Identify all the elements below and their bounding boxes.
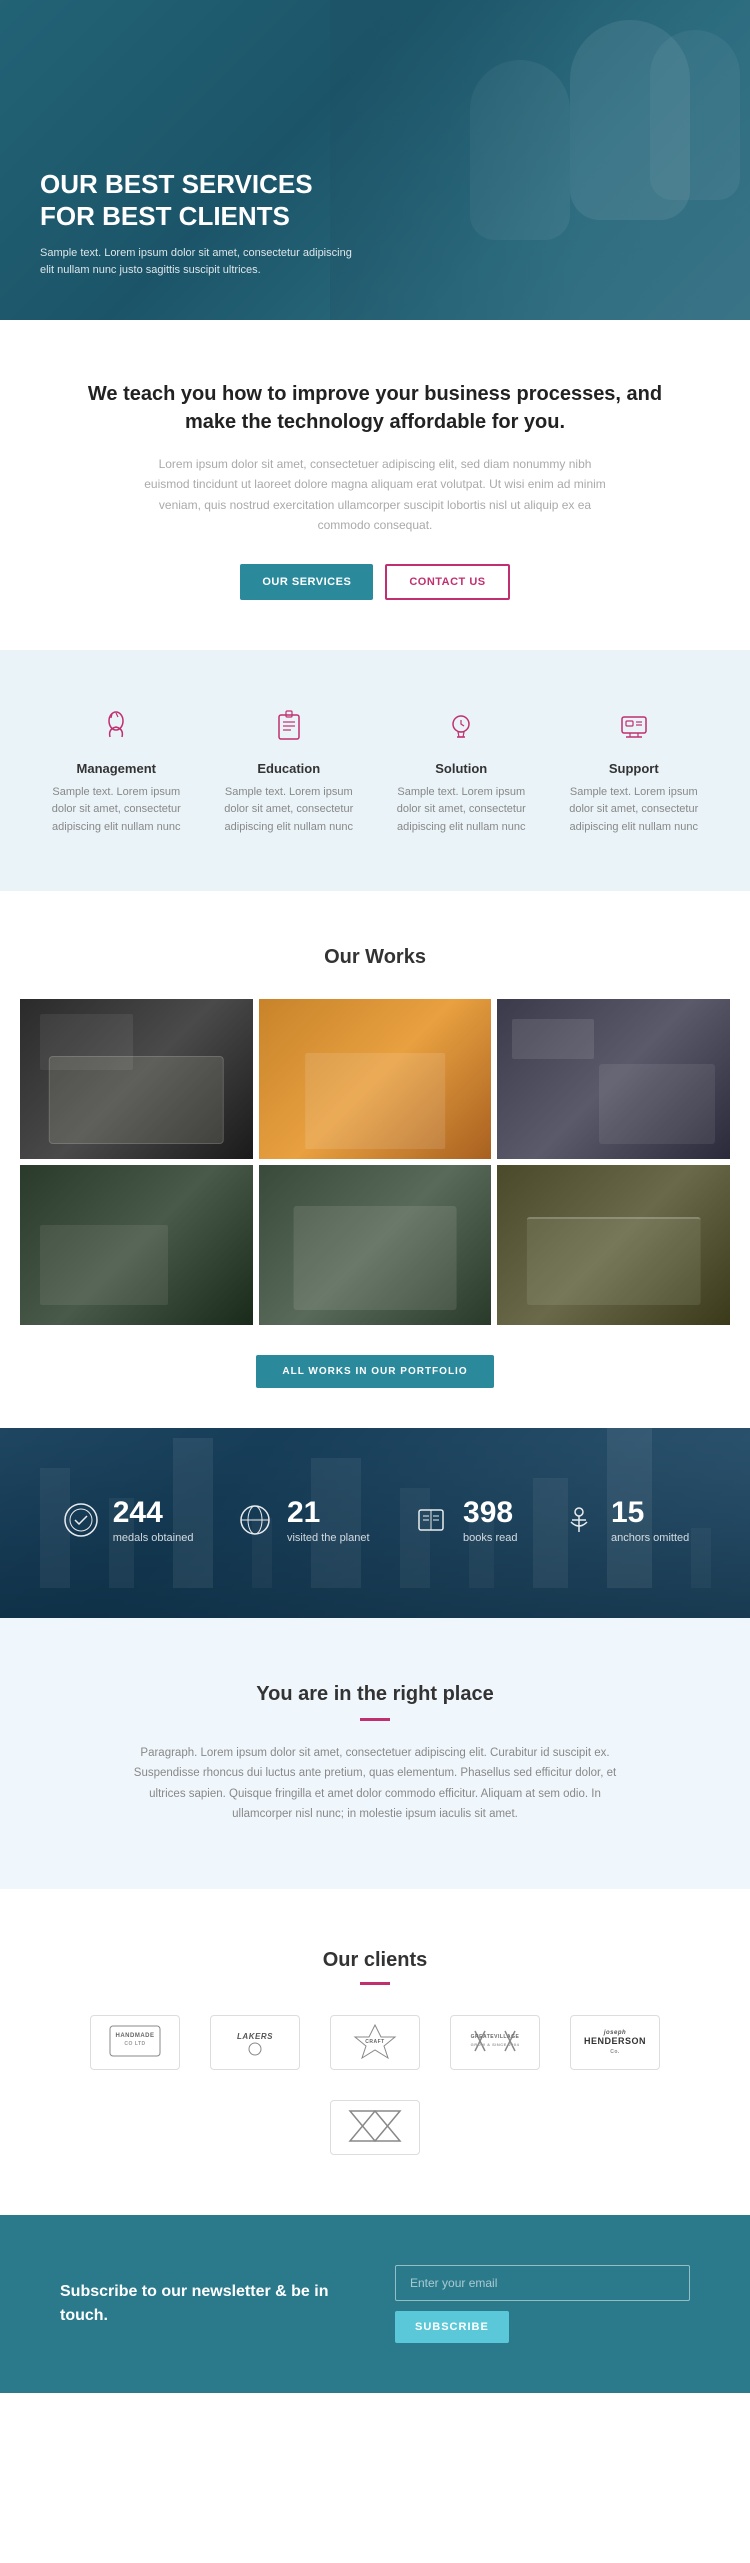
anchors-label: anchors omitted: [611, 1532, 689, 1544]
services-grid: Management Sample text. Lorem ipsum dolo…: [40, 705, 710, 837]
work-item-6[interactable]: [497, 1165, 730, 1325]
medals-label: medals obtained: [113, 1532, 194, 1544]
client-logo-6: [330, 2100, 420, 2155]
clients-logos-grid: HANDMADE CO LTD LAKERS CRAFT: [40, 2015, 710, 2155]
svg-text:CO LTD: CO LTD: [124, 2041, 145, 2047]
client-logo-text-6: [345, 2106, 405, 2148]
svg-text:GROW & SINCE 2004: GROW & SINCE 2004: [471, 2042, 520, 2047]
right-place-text: Paragraph. Lorem ipsum dolor sit amet, c…: [125, 1743, 625, 1824]
books-label: books read: [463, 1532, 517, 1544]
client-logo-2: LAKERS: [210, 2015, 300, 2070]
about-title: We teach you how to improve your busines…: [80, 380, 670, 436]
svg-text:GREATEVILLAGE: GREATEVILLAGE: [471, 2034, 520, 2040]
stat-books: 398 books read: [411, 1498, 517, 1548]
clients-section: Our clients HANDMADE CO LTD LAKERS: [0, 1889, 750, 2215]
service-desc-education: Sample text. Lorem ipsum dolor sit amet,…: [213, 784, 366, 837]
client-logo-text-2: LAKERS: [225, 2021, 285, 2063]
medals-icon: [61, 1500, 101, 1548]
client-logo-4: GREATEVILLAGE GROW & SINCE 2004: [450, 2015, 540, 2070]
stat-anchors: 15 anchors omitted: [559, 1498, 689, 1548]
section-divider: [360, 1718, 390, 1721]
newsletter-email-input[interactable]: [395, 2265, 690, 2301]
service-item-education: Education Sample text. Lorem ipsum dolor…: [213, 705, 366, 837]
newsletter-title: Subscribe to our newsletter & be in touc…: [60, 2280, 355, 2328]
books-number: 398: [463, 1498, 517, 1528]
work-item-4[interactable]: [20, 1165, 253, 1325]
portfolio-button[interactable]: ALL WORKS IN OUR PORTFOLIO: [256, 1355, 493, 1388]
works-title: Our Works: [20, 946, 730, 969]
hero-content: OUR BEST SERVICES FOR BEST CLIENTS Sampl…: [40, 168, 360, 280]
stat-medals: 244 medals obtained: [61, 1498, 194, 1548]
client-logo-3: CRAFT: [330, 2015, 420, 2070]
service-item-support: Support Sample text. Lorem ipsum dolor s…: [558, 705, 711, 837]
client-logo-1: HANDMADE CO LTD: [90, 2015, 180, 2070]
service-item-management: Management Sample text. Lorem ipsum dolo…: [40, 705, 193, 837]
works-grid: [20, 999, 730, 1325]
management-icon: [94, 705, 138, 749]
anchors-icon: [559, 1500, 599, 1548]
stat-medals-info: 244 medals obtained: [113, 1498, 194, 1544]
planet-icon: [235, 1500, 275, 1548]
newsletter-form: SUBSCRIBE: [395, 2265, 690, 2343]
service-name-support: Support: [558, 761, 711, 776]
education-icon: [267, 705, 311, 749]
services-section: Management Sample text. Lorem ipsum dolo…: [0, 650, 750, 892]
hero-section: OUR BEST SERVICES FOR BEST CLIENTS Sampl…: [0, 0, 750, 320]
stat-books-info: 398 books read: [463, 1498, 517, 1544]
newsletter-section: Subscribe to our newsletter & be in touc…: [0, 2215, 750, 2393]
medals-number: 244: [113, 1498, 194, 1528]
client-logo-text-3: CRAFT: [345, 2021, 405, 2063]
work-item-5[interactable]: [259, 1165, 492, 1325]
svg-text:HENDERSON: HENDERSON: [584, 2036, 646, 2046]
stats-grid: 244 medals obtained 21 visited the plane…: [40, 1498, 710, 1548]
about-buttons: OUR SERVICES CONTACT US: [80, 564, 670, 600]
our-services-button[interactable]: OUR SERVICES: [240, 564, 373, 600]
planet-label: visited the planet: [287, 1532, 370, 1544]
service-desc-management: Sample text. Lorem ipsum dolor sit amet,…: [40, 784, 193, 837]
work-item-2[interactable]: [259, 999, 492, 1159]
service-name-education: Education: [213, 761, 366, 776]
svg-text:HANDMADE: HANDMADE: [116, 2033, 155, 2039]
service-desc-solution: Sample text. Lorem ipsum dolor sit amet,…: [385, 784, 538, 837]
support-icon: [612, 705, 656, 749]
client-logo-text-5: joseph HENDERSON Co.: [580, 2021, 650, 2063]
hero-background-image: [330, 0, 750, 320]
solution-icon: [439, 705, 483, 749]
stats-section: 244 medals obtained 21 visited the plane…: [0, 1428, 750, 1618]
client-logo-text-4: GREATEVILLAGE GROW & SINCE 2004: [460, 2021, 530, 2063]
stat-anchors-info: 15 anchors omitted: [611, 1498, 689, 1544]
hero-subtitle: Sample text. Lorem ipsum dolor sit amet,…: [40, 245, 360, 280]
contact-us-button[interactable]: CONTACT US: [385, 564, 509, 600]
about-section: We teach you how to improve your busines…: [0, 320, 750, 650]
service-item-solution: Solution Sample text. Lorem ipsum dolor …: [385, 705, 538, 837]
work-item-1[interactable]: [20, 999, 253, 1159]
stat-planet-info: 21 visited the planet: [287, 1498, 370, 1544]
client-logo-text-1: HANDMADE CO LTD: [105, 2021, 165, 2063]
anchors-number: 15: [611, 1498, 689, 1528]
hero-title: OUR BEST SERVICES FOR BEST CLIENTS: [40, 168, 360, 233]
right-place-title: You are in the right place: [100, 1683, 650, 1706]
subscribe-button[interactable]: SUBSCRIBE: [395, 2311, 509, 2343]
svg-text:LAKERS: LAKERS: [237, 2032, 273, 2041]
svg-text:CRAFT: CRAFT: [365, 2039, 384, 2045]
planet-number: 21: [287, 1498, 370, 1528]
service-desc-support: Sample text. Lorem ipsum dolor sit amet,…: [558, 784, 711, 837]
clients-title: Our clients: [40, 1949, 710, 1972]
work-item-3[interactable]: [497, 999, 730, 1159]
stat-planet: 21 visited the planet: [235, 1498, 370, 1548]
service-name-solution: Solution: [385, 761, 538, 776]
clients-divider: [360, 1982, 390, 1985]
works-section: Our Works ALL WORKS IN OUR PORTFOLIO: [0, 891, 750, 1428]
books-icon: [411, 1500, 451, 1548]
right-place-section: You are in the right place Paragraph. Lo…: [0, 1618, 750, 1889]
client-logo-5: joseph HENDERSON Co.: [570, 2015, 660, 2070]
about-text: Lorem ipsum dolor sit amet, consectetuer…: [135, 454, 615, 536]
service-name-management: Management: [40, 761, 193, 776]
svg-text:Co.: Co.: [610, 2049, 620, 2055]
